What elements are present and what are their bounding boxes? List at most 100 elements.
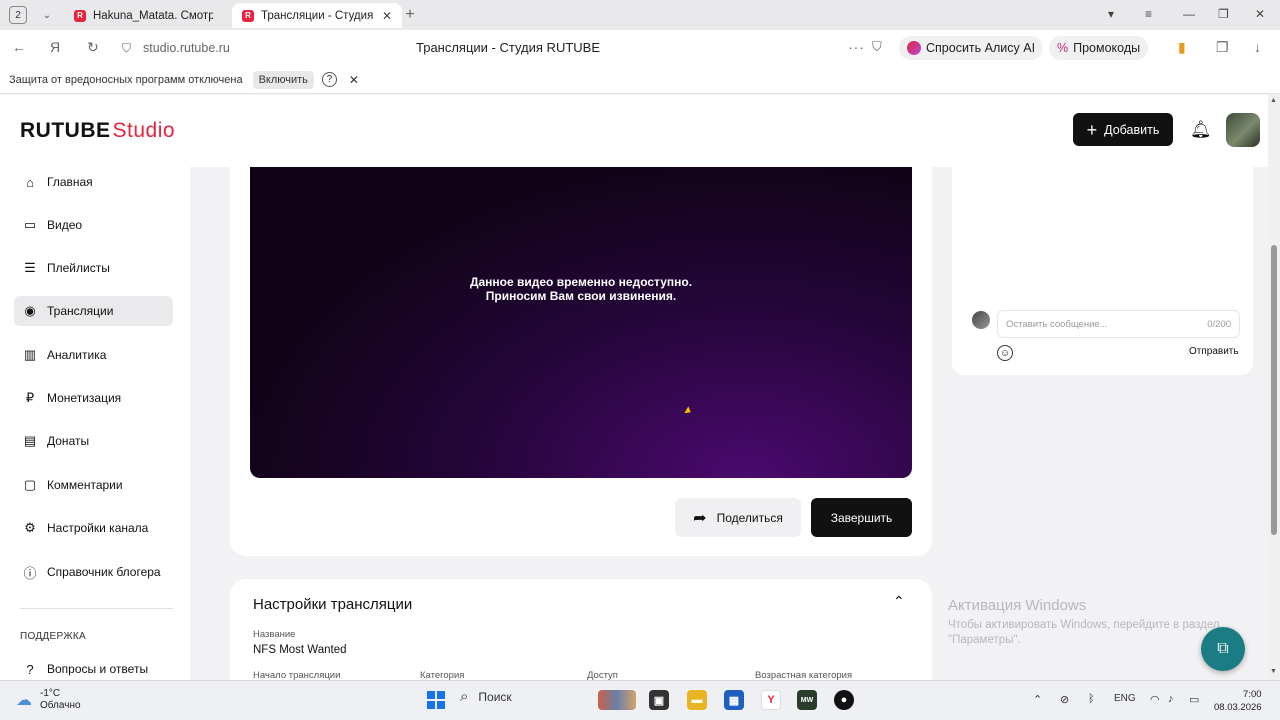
widget-icon[interactable]	[598, 690, 636, 710]
chat-message-input[interactable]: Оставить сообщение... 0/200	[997, 310, 1240, 338]
menu-icon[interactable]: ≡	[1145, 7, 1152, 21]
maximize-icon[interactable]: ❐	[1218, 7, 1229, 21]
faq-icon: ?	[26, 661, 34, 677]
yandex-browser-icon[interactable]: Y	[761, 690, 781, 710]
windows-start-icon[interactable]	[427, 691, 445, 709]
sidebar-item-label: Главная	[47, 175, 93, 189]
weather-widget[interactable]: ☁ -1°C Облачно	[16, 688, 81, 712]
sidebar-item-analytics[interactable]: ▥ Аналитика	[14, 340, 173, 370]
battery-extension-icon[interactable]: ▮	[1178, 39, 1186, 56]
minimize-icon[interactable]: —	[1183, 7, 1195, 21]
volume-icon[interactable]: ♪	[1168, 693, 1174, 705]
settings-icon: ⚙	[24, 520, 36, 535]
system-clock[interactable]: 7:00 08.03.2026	[1214, 688, 1262, 714]
close-icon[interactable]: ✕	[349, 73, 359, 87]
file-explorer-icon[interactable]: ▬	[687, 690, 707, 710]
chevron-down-icon[interactable]: ⌄	[37, 10, 57, 21]
logo-main: RUTUBE	[20, 119, 111, 142]
promo-button[interactable]: % Промокоды	[1049, 36, 1149, 60]
promo-label: Промокоды	[1073, 41, 1141, 55]
new-tab-icon[interactable]: +	[402, 7, 418, 23]
alice-button[interactable]: Спросить Алису AI	[899, 36, 1044, 60]
network-off-icon[interactable]: ⊘	[1060, 693, 1069, 706]
tab-title: Hakuna_Matata. Смотрит	[93, 9, 213, 22]
bell-icon[interactable]: 🔔︎	[1190, 120, 1212, 140]
task-view-icon[interactable]: ▣	[649, 690, 669, 710]
url-field[interactable]: studio.rutube.ru	[143, 41, 230, 55]
tray-expand-icon[interactable]: ⌃	[1033, 693, 1042, 706]
rutube-studio-logo[interactable]: RUTUBEStudio	[20, 119, 175, 143]
alice-icon	[907, 41, 921, 55]
sidebar-item-video[interactable]: ▭ Видео	[14, 210, 173, 240]
infobar-message: Защита от вредоносных программ отключена	[9, 73, 243, 86]
guide-icon: ⓘ	[23, 565, 37, 581]
bluetooth-icon[interactable]: ᛒ	[1088, 693, 1095, 705]
shield-icon[interactable]: ⛉	[122, 41, 131, 56]
sidebar-item-playlist[interactable]: ☰ Плейлисты	[14, 253, 173, 283]
game-app-icon[interactable]: MW	[797, 690, 817, 710]
wifi-icon[interactable]: ◠	[1150, 693, 1160, 706]
donate-icon: ▤	[23, 433, 37, 448]
collections-icon[interactable]: ❐	[1216, 39, 1229, 56]
yandex-icon[interactable]: Я	[50, 39, 60, 55]
battery-icon[interactable]: ▭	[1189, 693, 1199, 706]
rutube-favicon-icon: R	[242, 9, 254, 22]
end-stream-button[interactable]: Завершить	[811, 498, 912, 537]
reload-icon[interactable]: ↻	[87, 39, 99, 56]
sidebar-item-label: Трансляции	[47, 304, 114, 318]
extension-icon[interactable]: ▾	[1108, 7, 1114, 21]
access-label: Доступ	[587, 670, 618, 680]
store-icon[interactable]: ▦	[724, 690, 744, 710]
browser-tab-active[interactable]: R Трансляции - Студия R ✕	[232, 3, 403, 28]
page-scrollbar[interactable]: ▲ ▼	[1268, 95, 1280, 680]
send-button[interactable]: Отправить	[1189, 346, 1239, 357]
sidebar-item-guide[interactable]: ⓘ Справочник блогера	[14, 557, 173, 587]
name-value[interactable]: NFS Most Wanted	[253, 644, 347, 656]
help-icon[interactable]: ?	[321, 72, 337, 87]
broadcast-icon: ◉	[24, 303, 36, 318]
tab-count[interactable]: 2	[9, 6, 27, 24]
sidebar-divider	[20, 608, 173, 609]
add-button-label: Добавить	[1104, 122, 1160, 137]
address-bar: ← Я ↻ ⛉ studio.rutube.ru Трансляции - Ст…	[0, 30, 1280, 66]
scroll-thumb[interactable]	[1271, 245, 1277, 535]
plus-icon: +	[1086, 119, 1098, 140]
emoji-icon[interactable]: ☺	[997, 345, 1013, 361]
sidebar-item-settings[interactable]: ⚙ Настройки канала	[14, 513, 173, 543]
language-indicator[interactable]: ENG	[1114, 693, 1136, 704]
rutube-favicon-icon: R	[74, 9, 86, 22]
chat-placeholder: Оставить сообщение...	[1006, 318, 1108, 330]
monetization-icon: ₽	[25, 390, 35, 405]
sidebar-item-faq[interactable]: ? Вопросы и ответы	[14, 654, 173, 680]
sidebar-item-home[interactable]: ⌂ Главная	[14, 167, 173, 197]
browser-tab[interactable]: R Hakuna_Matata. Смотрит	[64, 3, 223, 28]
avatar[interactable]	[1226, 113, 1260, 147]
video-player[interactable]: Данное видео временно недоступно. Принос…	[250, 167, 912, 478]
scroll-down-icon[interactable]: ▼	[1270, 668, 1277, 675]
window-close-icon[interactable]: ✕	[1255, 7, 1265, 21]
bookmark-icon[interactable]: ⛉	[872, 39, 882, 55]
obs-icon[interactable]: ●	[834, 690, 854, 710]
share-button[interactable]: ➦ Поделиться	[675, 498, 801, 537]
category-label: Категория	[420, 670, 465, 680]
taskbar-search[interactable]: ⌕ Поиск	[460, 688, 512, 705]
back-icon[interactable]: ←	[12, 39, 26, 55]
close-icon[interactable]: ✕	[382, 9, 392, 23]
watermark-line: Чтобы активировать Windows, перейдите в …	[948, 619, 1220, 631]
sidebar-item-monetization[interactable]: ₽ Монетизация	[14, 383, 173, 413]
more-icon[interactable]: ···	[848, 39, 865, 55]
add-button[interactable]: + Добавить	[1073, 113, 1173, 146]
age-label: Возрастная категория	[755, 670, 853, 680]
support-chat-button[interactable]: ⧉	[1201, 627, 1245, 671]
sidebar-item-donate[interactable]: ▤ Донаты	[14, 426, 173, 456]
sidebar-item-comments[interactable]: ▢ Комментарии	[14, 470, 173, 500]
chevron-up-icon[interactable]: ⌃	[893, 593, 905, 610]
browser-tabbar: 2 ⌄ R Hakuna_Matata. Смотрит R Трансляци…	[0, 0, 1280, 30]
start-label: Начало трансляции	[253, 670, 341, 680]
sidebar: ПОДДЕРЖКА ⌂ Главная ▭ Видео ☰ Плейлисты ◉ Транс…	[0, 167, 190, 680]
download-icon[interactable]: ↓	[1254, 39, 1261, 55]
clock-date: 08.03.2026	[1214, 702, 1262, 713]
sidebar-item-broadcast[interactable]: ◉ Трансляции	[14, 296, 173, 326]
scroll-up-icon[interactable]: ▲	[1270, 97, 1277, 104]
enable-protection-button[interactable]: Включить	[252, 70, 314, 89]
